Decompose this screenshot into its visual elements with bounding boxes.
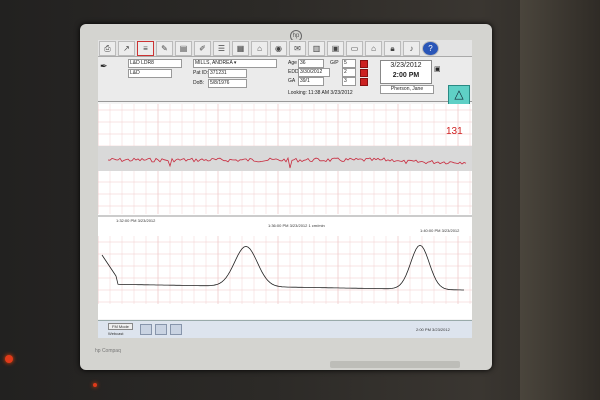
alarm-button[interactable] <box>360 60 368 68</box>
age-label: Age <box>288 60 297 66</box>
clinician-field[interactable]: Pherson, Jane <box>380 85 434 94</box>
arrow-icon[interactable]: ↗ <box>118 41 135 56</box>
chart-icon[interactable]: ▤ <box>175 41 192 56</box>
dob-value: 5/8/1976 <box>208 79 247 88</box>
power-led-icon <box>5 355 13 363</box>
grid-icon[interactable]: ▦ <box>232 41 249 56</box>
living-value: 3 <box>342 77 356 86</box>
fhr-value: 131 <box>446 126 463 137</box>
webcast-label: Webcast <box>108 331 124 336</box>
dob-label: DoB: <box>193 80 205 86</box>
date-display: 3/23/2012 <box>390 62 422 69</box>
pen-icon: ✒ <box>100 61 108 71</box>
print-icon[interactable]: ▣ <box>434 65 441 73</box>
unit-label: L&D <box>130 70 140 76</box>
monitor-buttons[interactable] <box>330 361 460 368</box>
system-clock: 2:00 PM 3/23/2012 <box>416 327 450 332</box>
edd-label: EDD <box>288 69 299 75</box>
bed-label: L&D LDR8 <box>130 60 154 66</box>
monitor-brand-label: hp Compaq <box>95 348 121 354</box>
pat-id-label: Pat ID: <box>193 70 209 76</box>
alert-triangle-icon[interactable]: △ <box>448 85 470 105</box>
fhr-view-icon[interactable]: ≡ <box>137 41 154 56</box>
annotate-icon[interactable]: ✎ <box>156 41 173 56</box>
unit-selector[interactable]: L&D <box>128 69 172 78</box>
para-value: 2 <box>342 68 356 77</box>
patient-name-field[interactable]: MILLS, ANDREA ▾ <box>193 59 277 68</box>
toolbar: ⎙ ↗ ≡ ✎ ▤ ✐ ☰ ▦ ⌂ ◉ ✉ ▥ ▣ ▭ ⌂ 🔒︎ ♪ ? <box>98 40 472 57</box>
speaker-icon[interactable]: ♪ <box>403 41 420 56</box>
pat-id-value: 371231 <box>208 69 247 78</box>
home-icon[interactable]: ⌂ <box>251 41 268 56</box>
gp-value: 5 <box>342 59 356 68</box>
age-value: 36 <box>298 59 324 68</box>
table-icon[interactable]: ▥ <box>308 41 325 56</box>
bed-selector[interactable]: L&D LDR8 <box>128 59 182 68</box>
screen: ⎙ ↗ ≡ ✎ ▤ ✐ ☰ ▦ ⌂ ◉ ✉ ▥ ▣ ▭ ⌂ 🔒︎ ♪ ? ✒ L… <box>98 40 472 338</box>
toco-trace <box>101 244 464 291</box>
date-time-box: 3/23/2012 2:00 PM <box>380 60 432 84</box>
edit-icon[interactable]: ✐ <box>194 41 211 56</box>
bottle-icon[interactable]: ◉ <box>270 41 287 56</box>
taskbar: FM Mode Webcast 2:00 PM 3/23/2012 <box>98 320 472 338</box>
lock-icon[interactable]: 🔒︎ <box>384 41 401 56</box>
alarm-button[interactable] <box>360 78 368 86</box>
strip-grid <box>98 104 472 304</box>
ga-label: GA <box>288 78 296 84</box>
edd-value: 3/30/2012 <box>298 68 330 77</box>
taskbar-app-icon[interactable] <box>140 324 152 335</box>
ga-value: 39/1 <box>298 77 324 86</box>
notes-icon[interactable]: ✉ <box>289 41 306 56</box>
time-display: 2:00 PM <box>392 72 420 79</box>
patient-info-bar: ✒ L&D LDR8 MILLS, ANDREA ▾ L&D Pat ID: 3… <box>98 57 472 105</box>
strip-timestamp: 1:32:00 PM 3/23/2012 <box>116 218 156 223</box>
vehicle-icon[interactable]: ▭ <box>346 41 363 56</box>
fm-mode-button[interactable]: FM Mode <box>108 323 133 330</box>
looking-timestamp: Looking: 11:38 AM 3/23/2012 <box>288 90 353 96</box>
printer-icon[interactable]: ⎙ <box>99 41 116 56</box>
list-icon[interactable]: ☰ <box>213 41 230 56</box>
fetal-strip-chart: 131 1:32:00 PM 3/23/2012 1:36:00 PM 3/23… <box>98 104 472 319</box>
normal-range-band <box>98 146 472 171</box>
taskbar-app-icon[interactable] <box>155 324 167 335</box>
taskbar-app-icon[interactable] <box>170 324 182 335</box>
alarm-button[interactable] <box>360 69 368 77</box>
power-led-icon <box>93 383 97 387</box>
strip-timestamp: 1:40:00 PM 3/23/2012 <box>420 228 460 233</box>
patient-name: MILLS, ANDREA <box>195 60 233 66</box>
door-frame <box>520 0 600 400</box>
house-icon[interactable]: ⌂ <box>365 41 382 56</box>
help-icon[interactable]: ? <box>422 41 439 56</box>
strip-timestamp: 1:36:00 PM 3/23/2012 1 cm/min <box>268 223 325 228</box>
gp-label: G/P <box>330 60 339 66</box>
tiles-icon[interactable]: ▣ <box>327 41 344 56</box>
